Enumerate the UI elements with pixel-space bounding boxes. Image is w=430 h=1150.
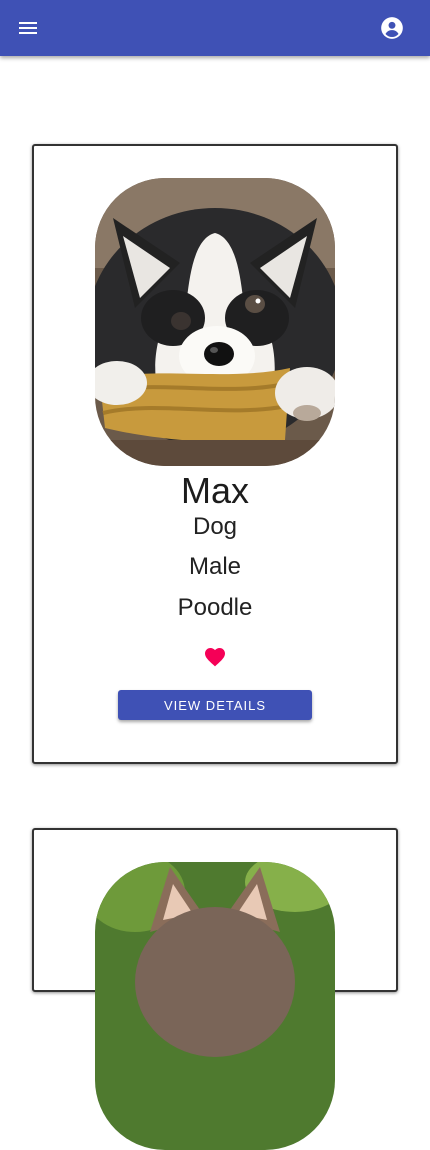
pet-photo xyxy=(95,178,335,466)
pet-name: Max xyxy=(180,470,249,511)
heart-icon xyxy=(205,648,225,667)
menu-button[interactable] xyxy=(12,12,44,44)
pet-sex: Male xyxy=(188,553,242,580)
pet-type: Dog xyxy=(192,513,238,540)
favorite-button[interactable] xyxy=(203,645,227,669)
pet-card: Max Dog Male Poodle VIEW DETAILS xyxy=(32,144,398,764)
pet-breed: Poodle xyxy=(177,594,253,621)
app-bar xyxy=(0,0,430,56)
account-circle-icon xyxy=(381,17,403,39)
view-details-button[interactable]: VIEW DETAILS xyxy=(118,690,312,720)
pet-photo xyxy=(95,862,335,1150)
menu-icon xyxy=(19,22,37,34)
pet-card xyxy=(32,828,398,1150)
account-button[interactable] xyxy=(378,14,406,42)
